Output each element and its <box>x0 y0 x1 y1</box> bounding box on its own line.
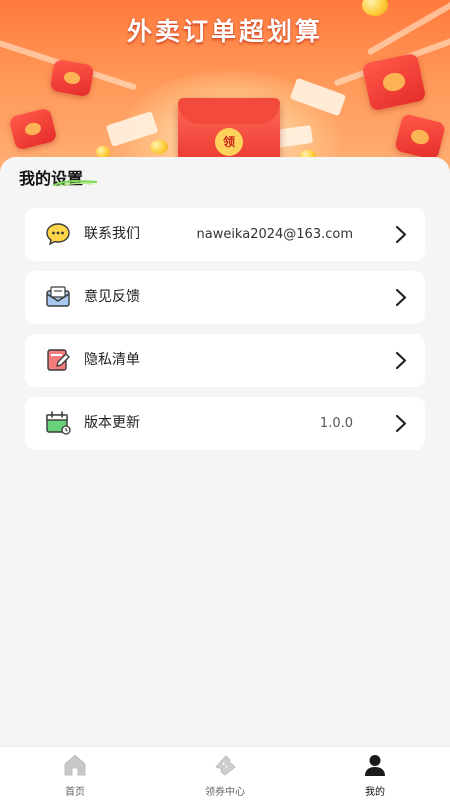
calendar-update-icon <box>46 411 71 435</box>
privacy-list-item[interactable]: 隐私清单 <box>25 334 425 387</box>
edit-document-icon <box>47 349 70 371</box>
item-label: 联系我们 <box>84 226 140 242</box>
banner-title: 外卖订单超划算 <box>126 17 323 46</box>
contact-us-item[interactable]: 联系我们 naweika2024@163.com <box>25 208 425 261</box>
item-label: 版本更新 <box>84 415 140 431</box>
tab-mine[interactable]: 我的 <box>300 747 450 800</box>
chevron-right-icon <box>395 288 407 307</box>
chat-bubble-icon <box>46 223 70 246</box>
red-envelope-decoration <box>394 113 446 161</box>
tab-label: 领券中心 <box>205 787 245 798</box>
item-label: 隐私清单 <box>84 352 140 368</box>
bottom-tab-bar: 首页 领券中心 我的 <box>0 746 450 800</box>
item-label: 意见反馈 <box>84 289 140 305</box>
version-update-item[interactable]: 版本更新 1.0.0 <box>25 397 425 450</box>
tab-label: 首页 <box>65 787 85 798</box>
mail-envelope-icon <box>46 286 70 307</box>
chevron-right-icon <box>395 351 407 370</box>
red-envelope-decoration <box>49 58 95 98</box>
red-envelope-decoration <box>361 52 427 112</box>
settings-panel: 我的设置 联系我们 naweika2024@163.com 意见反馈 隐私清单 … <box>0 157 450 746</box>
feedback-item[interactable]: 意见反馈 <box>25 271 425 324</box>
user-icon <box>365 755 385 776</box>
tab-label: 我的 <box>365 787 385 798</box>
red-envelope-decoration <box>8 107 58 151</box>
chevron-right-icon <box>395 414 407 433</box>
envelope-flap <box>178 98 280 124</box>
tab-home[interactable]: 首页 <box>0 747 150 800</box>
ticket-icon <box>215 755 236 776</box>
version-number: 1.0.0 <box>319 416 353 431</box>
chevron-right-icon <box>395 225 407 244</box>
title-underline-decoration <box>52 180 98 187</box>
home-icon <box>64 755 86 776</box>
tab-coupon-center[interactable]: 领券中心 <box>150 747 300 800</box>
contact-email: naweika2024@163.com <box>196 227 353 242</box>
gold-coin-decoration <box>150 140 168 154</box>
envelope-seal: 领 <box>215 128 243 156</box>
